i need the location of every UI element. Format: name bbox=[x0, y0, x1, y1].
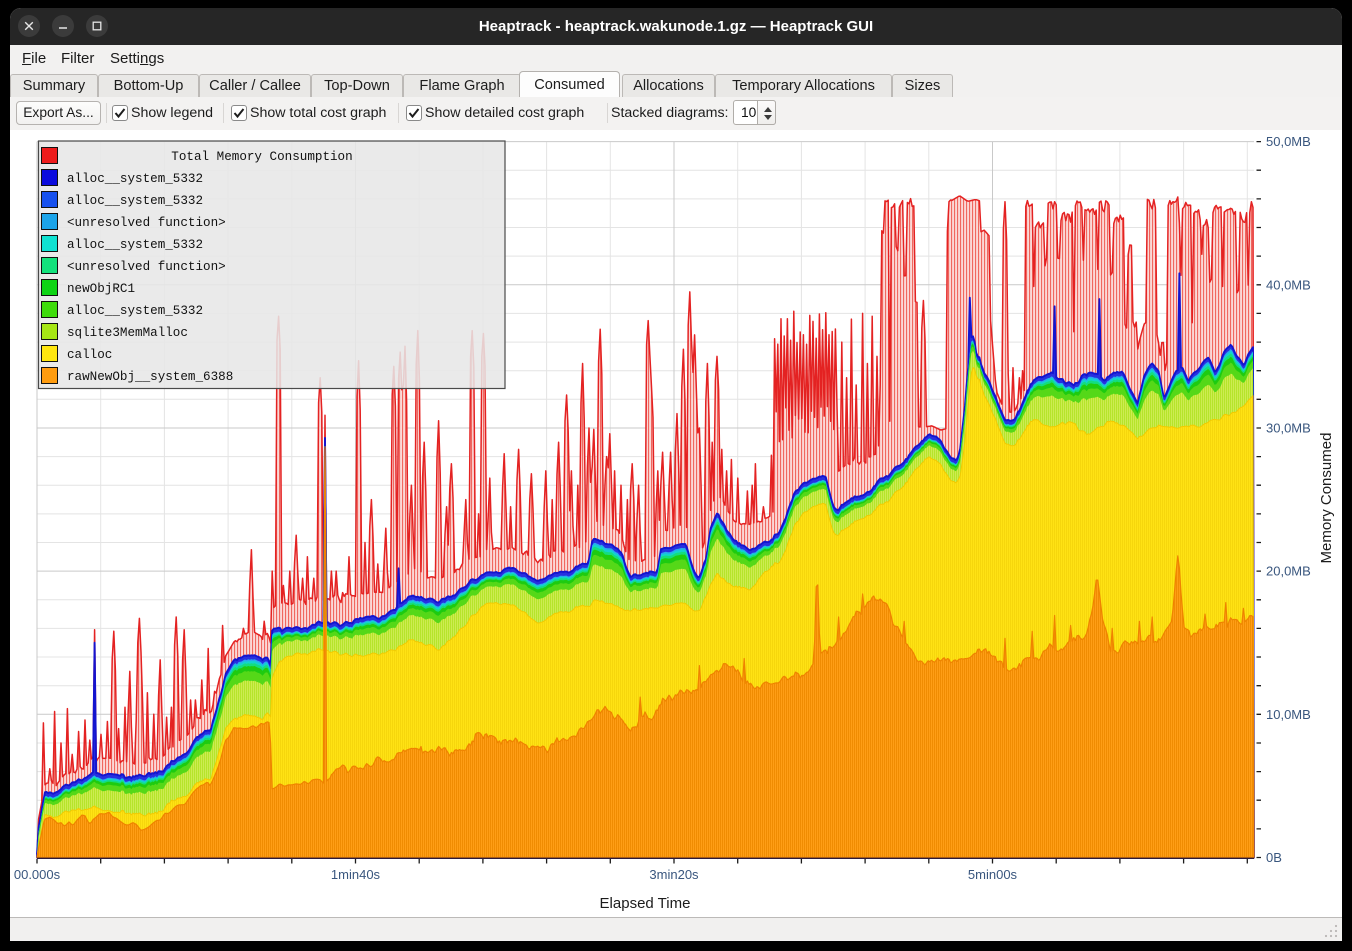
svg-text:0B: 0B bbox=[1266, 850, 1282, 865]
svg-text:newObjRC1: newObjRC1 bbox=[67, 282, 135, 296]
svg-text:alloc__system_5332: alloc__system_5332 bbox=[67, 238, 203, 252]
svg-text:<unresolved function>: <unresolved function> bbox=[67, 216, 226, 230]
svg-text:alloc__system_5332: alloc__system_5332 bbox=[67, 194, 203, 208]
svg-text:20,0MB: 20,0MB bbox=[1266, 564, 1311, 579]
svg-text:3min20s: 3min20s bbox=[649, 867, 699, 882]
svg-text:40,0MB: 40,0MB bbox=[1266, 277, 1311, 292]
svg-text:50,0MB: 50,0MB bbox=[1266, 134, 1311, 149]
svg-text:rawNewObj__system_6388: rawNewObj__system_6388 bbox=[67, 370, 233, 384]
svg-text:1min40s: 1min40s bbox=[331, 867, 381, 882]
svg-text:30,0MB: 30,0MB bbox=[1266, 421, 1311, 436]
svg-text:10,0MB: 10,0MB bbox=[1266, 707, 1311, 722]
svg-text:Elapsed Time: Elapsed Time bbox=[600, 895, 691, 912]
svg-text:Memory Consumed: Memory Consumed bbox=[1318, 433, 1335, 564]
svg-text:5min00s: 5min00s bbox=[968, 867, 1018, 882]
svg-text:<unresolved function>: <unresolved function> bbox=[67, 260, 226, 274]
svg-text:calloc: calloc bbox=[67, 348, 112, 362]
svg-text:Total Memory Consumption: Total Memory Consumption bbox=[171, 150, 352, 164]
svg-text:alloc__system_5332: alloc__system_5332 bbox=[67, 304, 203, 318]
svg-text:sqlite3MemMalloc: sqlite3MemMalloc bbox=[67, 326, 188, 340]
svg-text:00.000s: 00.000s bbox=[14, 867, 61, 882]
svg-text:alloc__system_5332: alloc__system_5332 bbox=[67, 172, 203, 186]
